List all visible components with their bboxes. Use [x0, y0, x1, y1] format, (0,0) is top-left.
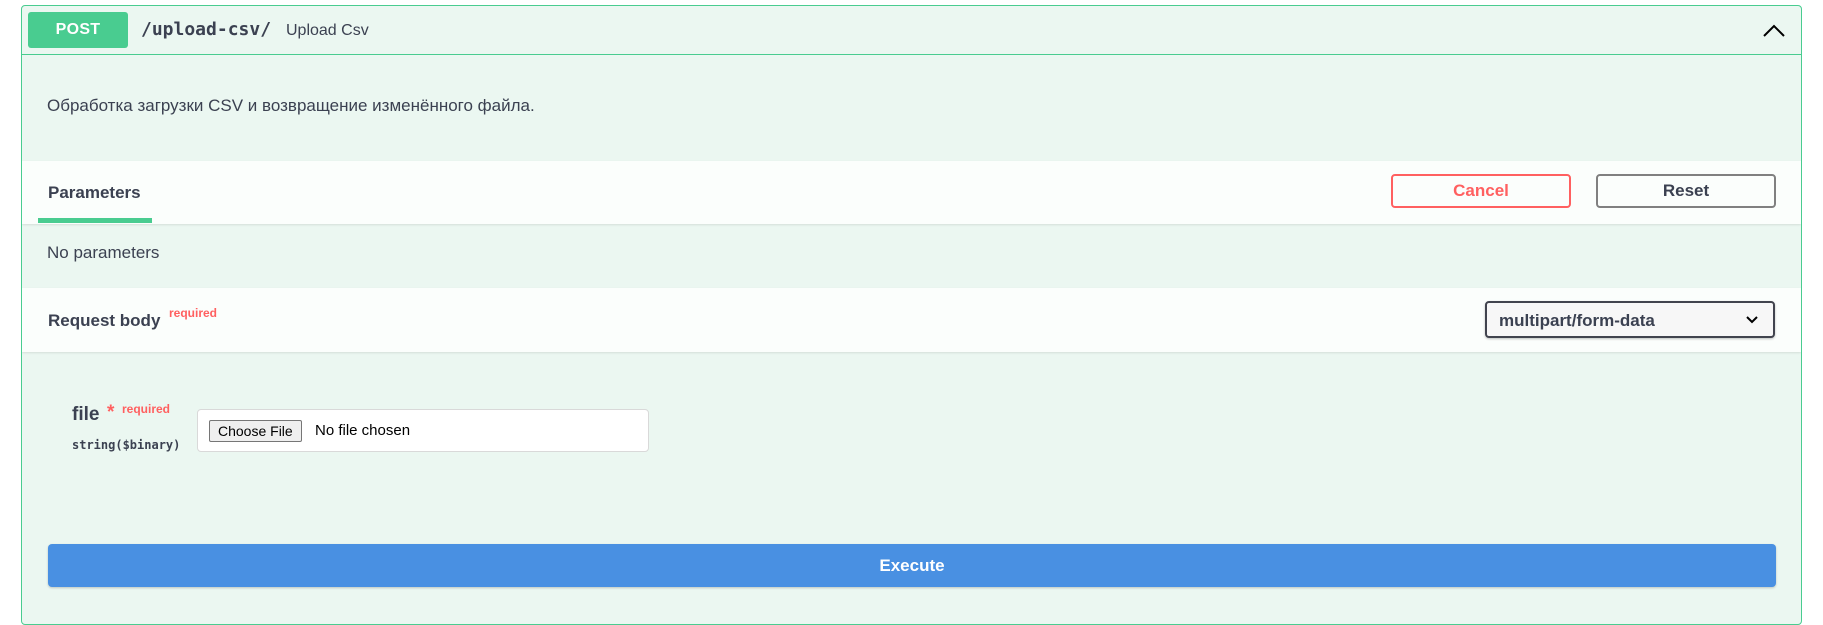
file-param-type: string($binary) — [72, 438, 181, 452]
parameters-section-header: Parameters Cancel Reset — [22, 161, 1801, 224]
operation-summary[interactable]: POST /upload-csv/ Upload Csv — [22, 6, 1801, 55]
operation-path: /upload-csv/ — [141, 19, 272, 40]
file-param-name: file — [72, 404, 100, 425]
content-type-select[interactable]: multipart/form-data — [1485, 301, 1775, 338]
http-method-badge: POST — [28, 12, 128, 48]
required-asterisk: * — [107, 402, 115, 423]
operation-description: Обработка загрузки CSV и возвращение изм… — [47, 96, 535, 115]
execute-button[interactable]: Execute — [48, 544, 1776, 587]
request-body-title: Request body — [48, 311, 161, 330]
content-type-value: multipart/form-data — [1499, 311, 1655, 330]
operation-block-post-upload-csv: POST /upload-csv/ Upload Csv Обработка з… — [21, 5, 1802, 625]
request-body-required-label: required — [169, 306, 218, 320]
tab-parameters[interactable]: Parameters — [48, 183, 141, 203]
operation-summary-text: Upload Csv — [286, 22, 369, 39]
choose-file-button[interactable]: Choose File — [209, 420, 302, 442]
chevron-down-icon — [1746, 316, 1758, 324]
active-tab-indicator — [38, 218, 152, 223]
chevron-up-icon[interactable] — [1761, 18, 1787, 44]
file-input[interactable]: Choose File No file chosen — [197, 409, 649, 452]
reset-button[interactable]: Reset — [1596, 174, 1776, 208]
no-parameters-text: No parameters — [47, 243, 160, 262]
file-status-text: No file chosen — [315, 422, 411, 439]
request-body-section-header: Request body required multipart/form-dat… — [22, 288, 1801, 352]
file-required-label: required — [122, 402, 171, 416]
cancel-button[interactable]: Cancel — [1391, 174, 1571, 208]
